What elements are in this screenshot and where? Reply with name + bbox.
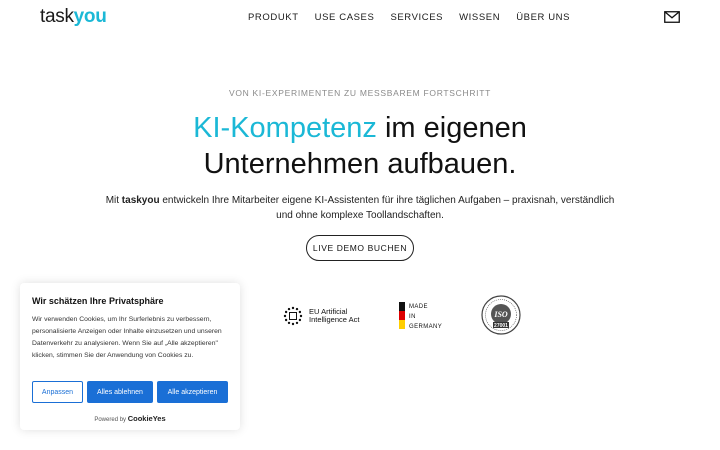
cookieyes-logo: CookieYes [127, 414, 166, 423]
ger-line3: GERMANY [409, 324, 443, 330]
live-demo-button[interactable]: LIVE DEMO BUCHEN [306, 235, 414, 261]
eu-ai-act-label: EU Artificial Intelligence Act [309, 308, 359, 324]
cookie-reject-button[interactable]: Alles ablehnen [87, 381, 153, 403]
cookie-accept-button[interactable]: Alle akzeptieren [157, 381, 228, 403]
taskyou-logo[interactable]: taskyou [40, 6, 107, 28]
hero-eyebrow: VON KI-EXPERIMENTEN ZU MESSBAREM FORTSCH… [228, 88, 492, 98]
iso-number: 27001 [494, 323, 508, 329]
site-header: taskyou PRODUKT USE CASES SERVICES WISSE… [0, 0, 720, 36]
iso-text: ISO [493, 310, 508, 319]
sub-rest: entwickeln Ihre Mitarbeiter eigene KI-As… [159, 195, 615, 221]
logo-part-task: task [40, 6, 74, 27]
cookie-text: Wir verwenden Cookies, um Ihr Surferlebn… [32, 316, 222, 359]
german-flag-icon [399, 302, 405, 332]
ger-line1: MADE [409, 304, 428, 310]
headline-line2: Unternehmen aufbauen. [203, 148, 517, 180]
nav-item-use-cases[interactable]: USE CASES [315, 12, 375, 23]
logo-part-you: you [73, 6, 107, 27]
iso-27001-badge: ISO 27001 [481, 295, 521, 335]
sub-brand: taskyou [121, 195, 160, 206]
headline-accent: KI-Kompetenz [193, 112, 377, 144]
headline-rest: im eigenen [376, 112, 527, 144]
nav-item-services[interactable]: SERVICES [390, 12, 443, 23]
hero-subtext: Mit taskyou entwickeln Ihre Mitarbeiter … [100, 193, 620, 223]
eu-ai-act-badge: EU Artificial Intelligence Act [283, 306, 359, 326]
main-nav: PRODUKT USE CASES SERVICES WISSEN ÜBER U… [248, 12, 570, 23]
cookie-customize-button[interactable]: Anpassen [32, 381, 83, 403]
nav-item-ueber-uns[interactable]: ÜBER UNS [516, 12, 570, 23]
eu-stars-icon [283, 306, 303, 326]
powered-by-label: Powered by [94, 417, 127, 423]
nav-item-produkt[interactable]: PRODUKT [248, 12, 299, 23]
hero-headline: KI-Kompetenz im eigenen Unternehmen aufb… [0, 110, 720, 182]
mail-icon[interactable] [664, 11, 680, 23]
powered-by-cookieyes[interactable]: Powered by CookieYes [20, 414, 240, 423]
made-in-germany-badge: MADE IN GERMANY [399, 302, 442, 332]
sub-prefix: Mit [105, 195, 122, 206]
nav-item-wissen[interactable]: WISSEN [459, 12, 500, 23]
made-in-germany-label: MADE IN GERMANY [409, 302, 442, 332]
cookie-consent-banner: Wir schätzen Ihre Privatsphäre Wir verwe… [20, 283, 240, 430]
eu-line2: Intelligence Act [309, 315, 360, 324]
cookie-title: Wir schätzen Ihre Privatsphäre [32, 296, 164, 306]
ger-line2: IN [409, 314, 416, 320]
